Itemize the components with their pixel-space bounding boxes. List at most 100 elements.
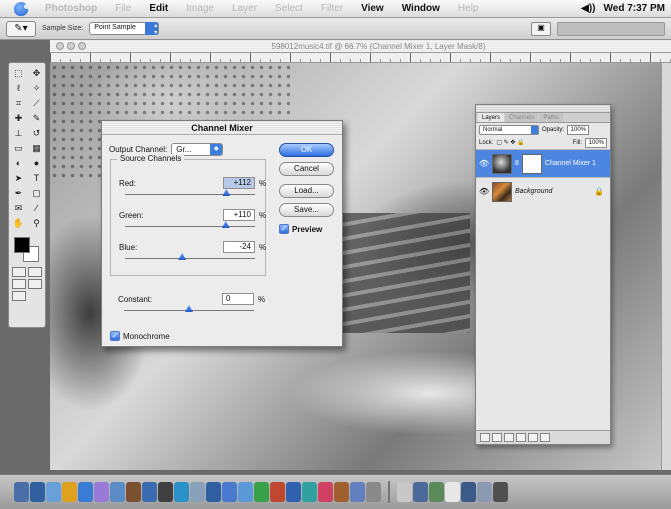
imageready-icon[interactable] [302, 482, 317, 502]
new-layer-icon[interactable] [528, 433, 538, 442]
imovie-icon[interactable] [126, 482, 141, 502]
eraser-tool-icon[interactable]: ▭ [10, 141, 27, 155]
monochrome-checkbox[interactable]: ✓ [110, 331, 120, 341]
red-slider-thumb[interactable] [222, 189, 231, 196]
document-icon[interactable] [397, 482, 412, 502]
blue-slider-track[interactable] [125, 258, 255, 259]
green-value-field[interactable]: +110 [223, 209, 255, 221]
idvd-icon[interactable] [142, 482, 157, 502]
menu-help[interactable]: Help [449, 3, 488, 14]
minimized-window-icon[interactable] [477, 482, 492, 502]
lock-icons[interactable]: ▢ ✎ ✥ 🔒 [496, 139, 524, 146]
screen-mode-full-icon[interactable] [28, 279, 42, 289]
blue-value-field[interactable]: -24 [223, 241, 255, 253]
system-preferences-icon[interactable] [366, 482, 381, 502]
trash-dock-icon[interactable] [493, 482, 508, 502]
photoshop-dock-icon[interactable] [286, 482, 301, 502]
type-tool-icon[interactable]: T [28, 171, 45, 185]
red-slider-track[interactable] [125, 194, 255, 195]
layer-row-background[interactable]: 👁 Background 🔒 [476, 177, 610, 205]
word-icon[interactable] [222, 482, 237, 502]
quicktime-icon[interactable] [174, 482, 189, 502]
path-selection-icon[interactable]: ➤ [10, 171, 27, 185]
quick-mask-mode-icon[interactable] [28, 267, 42, 277]
layers-palette-titlebar[interactable] [476, 105, 610, 113]
minimized-window-icon[interactable] [413, 482, 428, 502]
gradient-tool-icon[interactable]: ▦ [28, 141, 45, 155]
blue-slider-thumb[interactable] [178, 253, 187, 260]
fill-field[interactable]: 100% [585, 137, 607, 148]
bridge-icon[interactable] [334, 482, 349, 502]
opacity-field[interactable]: 100% [567, 124, 590, 135]
minimized-window-icon[interactable] [429, 482, 444, 502]
app-menu[interactable]: Photoshop [36, 3, 106, 14]
eyedropper-tool-icon[interactable]: ⁄ [28, 201, 45, 215]
minimized-window-icon[interactable] [461, 482, 476, 502]
constant-slider-thumb[interactable] [185, 305, 193, 312]
history-brush-icon[interactable]: ↺ [28, 126, 45, 140]
clock[interactable]: Wed 7:37 PM [604, 3, 666, 14]
menu-edit[interactable]: Edit [140, 3, 177, 14]
save-button[interactable]: Save... [279, 203, 334, 217]
address-book-icon[interactable] [62, 482, 77, 502]
foreground-color-swatch[interactable] [14, 237, 30, 253]
trash-icon[interactable] [540, 433, 550, 442]
tab-channels[interactable]: Channels [505, 113, 539, 122]
crop-tool-icon[interactable]: ⌗ [10, 96, 27, 110]
standard-mode-icon[interactable] [12, 267, 26, 277]
new-set-icon[interactable] [504, 433, 514, 442]
new-adjustment-layer-icon[interactable] [516, 433, 526, 442]
jump-to-imageready-icon[interactable] [12, 291, 26, 301]
dodge-tool-icon[interactable]: ● [28, 156, 45, 170]
layer-row-channel-mixer[interactable]: 👁 8 Channel Mixer 1 [476, 149, 610, 177]
cancel-button[interactable]: Cancel [279, 162, 334, 176]
eye-icon[interactable]: 👁 [479, 159, 489, 168]
finder-icon[interactable] [14, 482, 29, 502]
document-titlebar[interactable]: 598012music4.tif @ 66.7% (Channel Mixer … [50, 40, 671, 53]
indesign-icon[interactable] [270, 482, 285, 502]
vertical-scrollbar[interactable] [661, 63, 671, 470]
ical-icon[interactable] [158, 482, 173, 502]
clone-stamp-icon[interactable]: ⊥ [10, 126, 27, 140]
menu-select[interactable]: Select [266, 3, 312, 14]
zoom-tool-icon[interactable]: ⚲ [28, 216, 45, 230]
minimize-icon[interactable] [67, 42, 75, 50]
red-value-field[interactable]: +112 [223, 177, 255, 189]
acrobat-icon[interactable] [206, 482, 221, 502]
lasso-tool-icon[interactable]: ℓ [10, 81, 27, 95]
menu-layer[interactable]: Layer [223, 3, 266, 14]
iphoto-icon[interactable] [110, 482, 125, 502]
magic-wand-tool-icon[interactable]: ✧ [28, 81, 45, 95]
illustrator-icon[interactable] [238, 482, 253, 502]
notes-tool-icon[interactable]: ✉ [10, 201, 27, 215]
flash-icon[interactable] [318, 482, 333, 502]
preview-row[interactable]: ✓ Preview [279, 224, 322, 234]
menu-filter[interactable]: Filter [312, 3, 352, 14]
volume-icon[interactable]: ◀)) [581, 3, 595, 14]
slice-tool-icon[interactable]: ⟋ [28, 96, 45, 110]
move-tool-icon[interactable]: ✥ [28, 66, 45, 80]
load-button[interactable]: Load... [279, 184, 334, 198]
layer-style-icon[interactable] [480, 433, 490, 442]
minimized-window-icon[interactable] [445, 482, 460, 502]
preview-checkbox[interactable]: ✓ [279, 224, 289, 234]
layer-mask-thumbnail[interactable] [521, 153, 542, 174]
eye-icon[interactable]: 👁 [479, 187, 489, 196]
blend-mode-select[interactable]: Normal [479, 124, 539, 135]
brush-tool-icon[interactable]: ✎ [28, 111, 45, 125]
tab-layers[interactable]: Layers [478, 113, 505, 122]
sample-size-select[interactable]: Point Sample [89, 22, 160, 35]
mail-icon[interactable] [30, 482, 45, 502]
apple-menu-icon[interactable] [14, 1, 29, 16]
healing-brush-icon[interactable]: ✚ [10, 111, 27, 125]
link-icon[interactable]: 8 [515, 160, 519, 167]
green-slider-track[interactable] [125, 226, 255, 227]
hand-tool-icon[interactable]: ✋ [10, 216, 27, 230]
tab-paths[interactable]: Paths [539, 113, 563, 122]
itunes-icon[interactable] [94, 482, 109, 502]
preview-app-icon[interactable] [190, 482, 205, 502]
ok-button[interactable]: OK [279, 143, 334, 157]
menu-image[interactable]: Image [177, 3, 223, 14]
marquee-tool-icon[interactable]: ⬚ [10, 66, 27, 80]
excel-icon[interactable] [254, 482, 269, 502]
